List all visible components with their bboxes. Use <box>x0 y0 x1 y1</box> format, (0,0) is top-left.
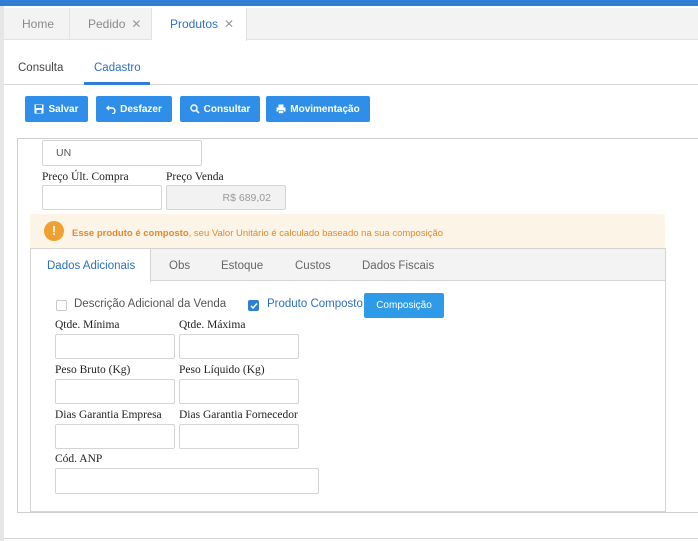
preco-ult-compra-field[interactable] <box>42 185 162 210</box>
undo-icon <box>106 105 116 114</box>
warning-icon: ! <box>44 221 64 241</box>
dias-garantia-empresa-field[interactable] <box>55 424 175 449</box>
print-icon <box>276 104 286 114</box>
dias-garantia-fornecedor-label: Dias Garantia Fornecedor <box>179 409 298 421</box>
tab-produtos[interactable]: Produtos ✕ <box>152 8 247 41</box>
qtde-minima-label: Qtde. Mínima <box>55 319 120 331</box>
undo-button[interactable]: Desfazer <box>96 96 172 122</box>
unit-value: UN <box>56 147 72 159</box>
bottom-divider <box>4 538 698 539</box>
qtde-maxima-label: Qtde. Máxima <box>179 319 246 331</box>
close-icon[interactable]: ✕ <box>224 17 234 31</box>
tab-home-label: Home <box>22 17 55 31</box>
tab-dados-adicionais[interactable]: Dados Adicionais <box>31 249 151 282</box>
preco-venda-value: R$ 689,02 <box>222 192 271 204</box>
qtde-maxima-field[interactable] <box>179 334 299 359</box>
save-button[interactable]: Salvar <box>25 96 88 122</box>
close-icon[interactable]: ✕ <box>131 17 141 31</box>
peso-liquido-label: Peso Líquido (Kg) <box>179 364 265 376</box>
dias-garantia-fornecedor-field[interactable] <box>179 424 299 449</box>
movimentacao-button[interactable]: Movimentação <box>266 96 370 122</box>
alert-text: Esse produto é composto, seu Valor Unitá… <box>72 228 443 239</box>
movimentacao-label: Movimentação <box>290 103 360 115</box>
tab-consulta[interactable]: Consulta <box>18 62 63 74</box>
tab-pedido[interactable]: Pedido ✕ <box>70 8 152 40</box>
search-icon <box>189 104 200 114</box>
preco-venda-label: Preço Venda <box>166 171 224 183</box>
descricao-adicional-label: Descrição Adicional da Venda <box>74 298 227 310</box>
produto-composto-checkbox[interactable] <box>248 300 259 311</box>
consultar-label: Consultar <box>203 103 251 115</box>
unit-field[interactable]: UN <box>42 140 202 166</box>
composicao-button[interactable]: Composição <box>364 293 444 318</box>
tab-home[interactable]: Home <box>4 8 70 40</box>
cod-anp-field[interactable] <box>55 468 319 494</box>
cod-anp-label: Cód. ANP <box>55 453 103 465</box>
peso-bruto-field[interactable] <box>55 379 175 404</box>
tab-cadastro[interactable]: Cadastro <box>94 62 141 74</box>
active-tab-indicator <box>84 82 150 85</box>
preco-ult-compra-label: Preço Últ. Compra <box>42 171 129 183</box>
save-icon <box>34 104 44 114</box>
tab-obs[interactable]: Obs <box>169 249 190 281</box>
tab-dados-fiscais[interactable]: Dados Fiscais <box>362 249 434 281</box>
undo-label: Desfazer <box>120 103 162 115</box>
peso-bruto-label: Peso Bruto (Kg) <box>55 364 131 376</box>
descricao-adicional-checkbox[interactable] <box>56 300 67 311</box>
tab-produtos-label: Produtos <box>170 17 219 31</box>
tab-estoque[interactable]: Estoque <box>221 249 263 281</box>
tab-pedido-label: Pedido <box>88 17 126 31</box>
produto-composto-label: Produto Composto <box>267 298 363 310</box>
save-label: Salvar <box>48 103 79 115</box>
dias-garantia-empresa-label: Dias Garantia Empresa <box>55 409 162 421</box>
alert-message: , seu Valor Unitário é calculado baseado… <box>188 228 444 239</box>
peso-liquido-field[interactable] <box>179 379 299 404</box>
left-edge <box>0 6 4 541</box>
preco-venda-field: R$ 689,02 <box>166 185 286 210</box>
qtde-minima-field[interactable] <box>55 334 175 359</box>
consultar-button[interactable]: Consultar <box>180 96 260 122</box>
document-tab-bar: Home Pedido ✕ Produtos ✕ <box>4 8 698 41</box>
tab-custos[interactable]: Custos <box>295 249 331 281</box>
composed-product-alert: ! Esse produto é composto, seu Valor Uni… <box>30 214 665 248</box>
details-tabs: Dados Adicionais Obs Estoque Custos Dado… <box>31 249 665 282</box>
alert-bold: Esse produto é composto <box>72 228 189 239</box>
check-icon <box>250 303 258 310</box>
view-tabs: Consulta Cadastro <box>4 56 698 85</box>
top-accent-bar <box>0 0 698 6</box>
